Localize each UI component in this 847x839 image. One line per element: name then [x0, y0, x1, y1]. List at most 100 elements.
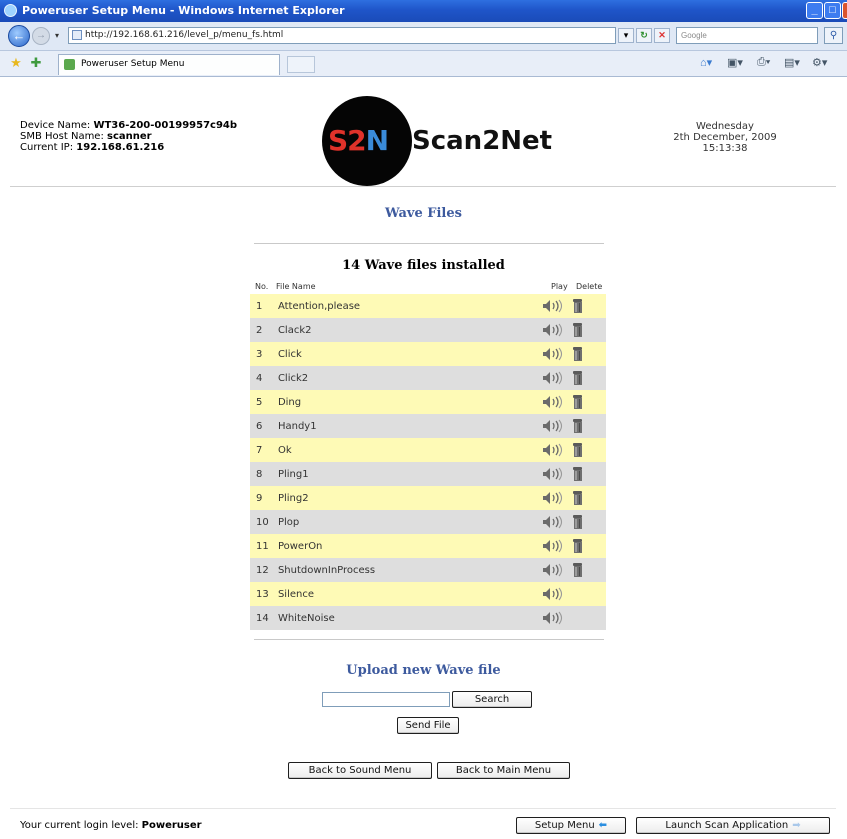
column-header-delete: Delete: [576, 282, 603, 291]
speaker-play-icon[interactable]: [542, 419, 564, 433]
speaker-play-icon[interactable]: [542, 539, 564, 553]
trash-delete-icon[interactable]: [572, 298, 584, 314]
date-time: Wednesday 2th December, 2009 15:13:38: [640, 121, 810, 154]
trash-delete-icon[interactable]: [572, 466, 584, 482]
setup-menu-button[interactable]: Setup Menu ⬅: [516, 817, 626, 834]
speaker-play-icon[interactable]: [542, 323, 564, 337]
file-number: 10: [250, 510, 278, 534]
file-name: ShutdownInProcess: [277, 558, 543, 582]
section-divider: [254, 243, 604, 244]
home-icon[interactable]: ⌂▾: [700, 56, 712, 69]
arrow-right-icon: ➡: [792, 820, 801, 831]
page-menu-icon[interactable]: ▤▾: [784, 56, 800, 69]
favorites-star-icon[interactable]: ★: [8, 55, 24, 71]
search-icon[interactable]: ⚲: [824, 27, 843, 44]
file-number: 2: [250, 318, 278, 342]
date-full: 2th December, 2009: [673, 132, 777, 143]
file-number: 8: [250, 462, 278, 486]
speaker-play-icon[interactable]: [542, 467, 564, 481]
file-name: Ok: [277, 438, 543, 462]
file-name: Pling1: [277, 462, 543, 486]
setup-menu-label: Setup Menu: [534, 820, 595, 831]
table-row: 2 Clack2: [250, 318, 606, 342]
send-file-button[interactable]: Send File: [397, 717, 459, 734]
trash-delete-icon[interactable]: [572, 514, 584, 530]
footer-divider: [10, 808, 836, 809]
file-path-input[interactable]: [322, 692, 450, 707]
file-name: PowerOn: [277, 534, 543, 558]
address-text: http://192.168.61.216/level_p/menu_fs.ht…: [85, 30, 284, 40]
back-to-sound-menu-button[interactable]: Back to Sound Menu: [288, 762, 432, 779]
history-dropdown-icon[interactable]: ▾: [55, 31, 59, 40]
device-info: Device Name: WT36-200-00199957c94b SMB H…: [20, 120, 237, 153]
trash-delete-icon[interactable]: [572, 370, 584, 386]
minimize-button[interactable]: _: [806, 2, 823, 19]
table-row: 9 Pling2: [250, 486, 606, 510]
new-tab-button[interactable]: [287, 56, 315, 73]
table-row: 12 ShutdownInProcess: [250, 558, 606, 582]
trash-delete-icon[interactable]: [572, 490, 584, 506]
date-day: Wednesday: [696, 121, 754, 132]
file-number: 14: [250, 606, 278, 630]
search-placeholder: Google: [681, 31, 707, 40]
table-row: 7 Ok: [250, 438, 606, 462]
address-dropdown-icon[interactable]: ▾: [618, 28, 634, 43]
section-divider-bottom: [254, 639, 604, 640]
speaker-play-icon[interactable]: [542, 563, 564, 577]
trash-delete-icon[interactable]: [572, 562, 584, 578]
table-row: 10 Plop: [250, 510, 606, 534]
trash-delete-icon[interactable]: [572, 394, 584, 410]
speaker-play-icon[interactable]: [542, 347, 564, 361]
search-input[interactable]: Google: [676, 27, 818, 44]
trash-delete-icon[interactable]: [572, 442, 584, 458]
table-row: 5 Ding: [250, 390, 606, 414]
page-icon: [72, 30, 82, 40]
back-to-main-menu-button[interactable]: Back to Main Menu: [437, 762, 570, 779]
login-level-value: Poweruser: [141, 820, 202, 831]
file-name: Clack2: [277, 318, 543, 342]
forward-button[interactable]: →: [32, 27, 50, 45]
tab-bar: ★ ✚ Poweruser Setup Menu ⌂▾ ▣▾ ⎙▾ ▤▾ ⚙▾: [0, 51, 847, 77]
tab-poweruser-setup[interactable]: Poweruser Setup Menu: [58, 54, 280, 75]
file-number: 4: [250, 366, 278, 390]
table-row: 4 Click2: [250, 366, 606, 390]
file-name: WhiteNoise: [277, 606, 543, 630]
trash-delete-icon[interactable]: [572, 538, 584, 554]
tools-gear-icon[interactable]: ⚙▾: [812, 56, 827, 69]
table-row: 8 Pling1: [250, 462, 606, 486]
launch-scan-application-button[interactable]: Launch Scan Application ➡: [636, 817, 830, 834]
speaker-play-icon[interactable]: [542, 371, 564, 385]
refresh-icon[interactable]: ↻: [636, 28, 652, 43]
maximize-button[interactable]: □: [824, 2, 841, 19]
speaker-play-icon[interactable]: [542, 395, 564, 409]
trash-delete-icon[interactable]: [572, 322, 584, 338]
address-input[interactable]: http://192.168.61.216/level_p/menu_fs.ht…: [68, 27, 616, 44]
tab-label: Poweruser Setup Menu: [81, 59, 185, 69]
file-name: Pling2: [277, 486, 543, 510]
file-number: 11: [250, 534, 278, 558]
back-button[interactable]: ←: [8, 25, 30, 47]
smb-host-label: SMB Host Name:: [20, 131, 104, 142]
speaker-play-icon[interactable]: [542, 443, 564, 457]
feeds-icon[interactable]: ▣▾: [727, 56, 743, 69]
column-header-name: File Name: [276, 282, 316, 291]
stop-icon[interactable]: ✕: [654, 28, 670, 43]
file-name: Click2: [277, 366, 543, 390]
trash-delete-icon[interactable]: [572, 418, 584, 434]
speaker-play-icon[interactable]: [542, 491, 564, 505]
close-button[interactable]: [842, 2, 847, 19]
browse-button[interactable]: Search: [452, 691, 532, 708]
trash-delete-icon[interactable]: [572, 346, 584, 362]
print-icon[interactable]: ⎙▾: [757, 56, 770, 69]
add-favorites-icon[interactable]: ✚: [28, 55, 44, 71]
speaker-play-icon[interactable]: [542, 587, 564, 601]
file-name: Attention,please: [277, 294, 543, 318]
file-name: Ding: [277, 390, 543, 414]
file-name: Handy1: [277, 414, 543, 438]
speaker-play-icon[interactable]: [542, 299, 564, 313]
speaker-play-icon[interactable]: [542, 611, 564, 625]
current-ip-value: 192.168.61.216: [76, 142, 165, 153]
scan2net-logo: S2N Scan2Net: [322, 96, 552, 186]
file-number: 3: [250, 342, 278, 366]
speaker-play-icon[interactable]: [542, 515, 564, 529]
